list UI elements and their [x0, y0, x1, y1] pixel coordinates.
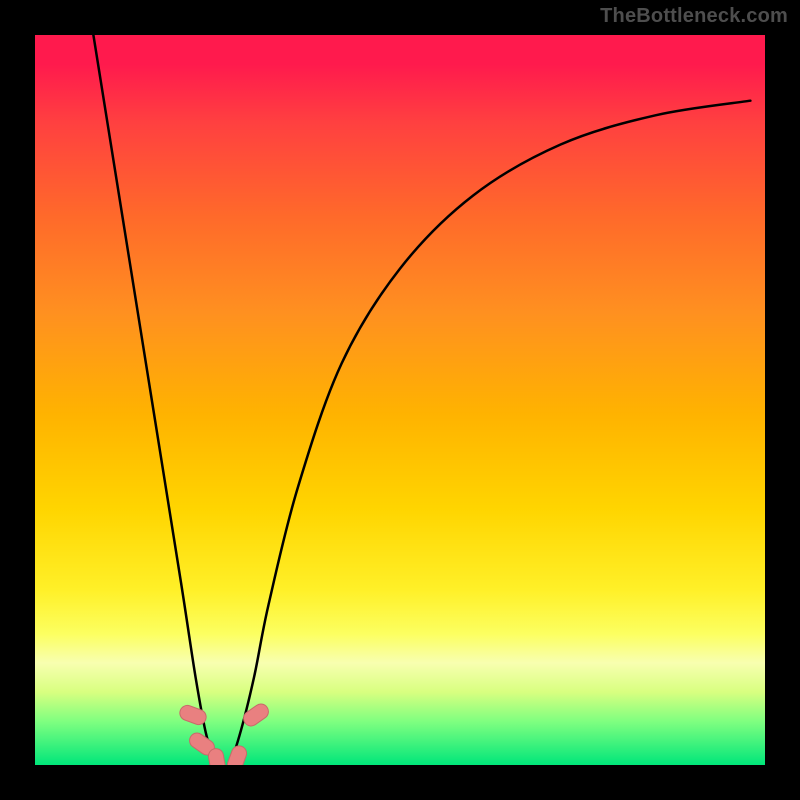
chart-frame: TheBottleneck.com [0, 0, 800, 800]
bottleneck-curve [35, 35, 765, 765]
watermark-text: TheBottleneck.com [600, 6, 788, 26]
plot-area [35, 35, 765, 765]
